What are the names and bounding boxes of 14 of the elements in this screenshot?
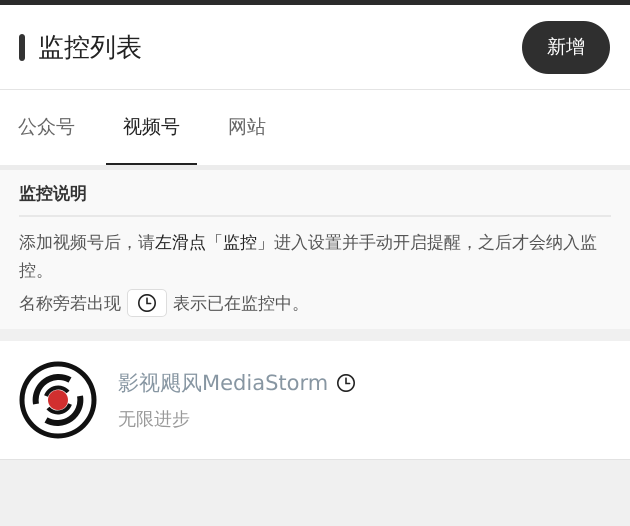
clock-icon — [127, 289, 167, 317]
tab[interactable]: 公众号 — [2, 90, 91, 165]
account-subtitle: 无限进步 — [118, 408, 191, 431]
page-title: 监控列表 — [38, 32, 143, 64]
title-accent-bar — [19, 34, 25, 60]
notice-text: 添加视频号后，请左滑点「监控」进入设置并手动开启提醒，之后才会纳入监控。 — [19, 232, 598, 283]
account-row[interactable]: 影视飓风MediaStorm 无限进步 — [0, 341, 630, 460]
add-button[interactable]: 新增 — [522, 20, 610, 74]
legend-text: 表示已在监控中。 — [173, 292, 309, 314]
account-name: 影视飓风MediaStorm — [118, 370, 328, 397]
legend-text: 名称旁若出现 — [19, 292, 121, 314]
notice-title: 监控说明 — [19, 182, 611, 217]
avatar-logo-icon — [18, 360, 98, 440]
tab[interactable]: 网站 — [212, 90, 282, 165]
